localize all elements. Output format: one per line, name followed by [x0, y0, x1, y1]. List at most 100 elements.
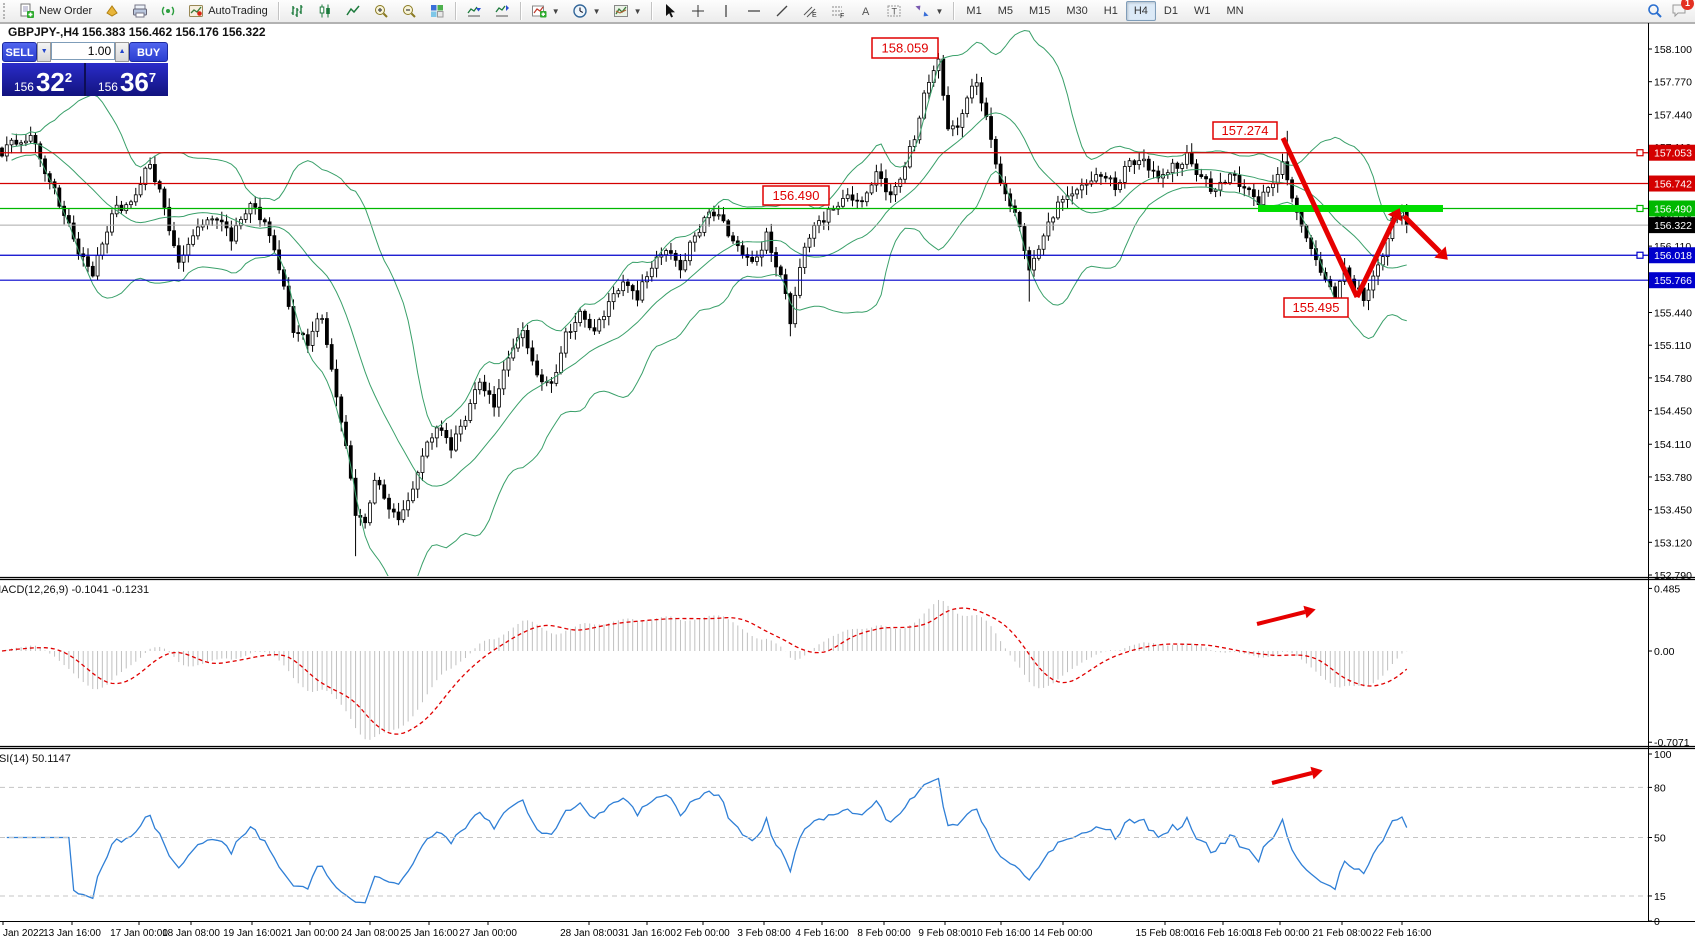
periods-button[interactable]: ▼ — [566, 0, 607, 22]
timeframe-h4[interactable]: H4 — [1126, 1, 1156, 21]
templates-icon — [613, 3, 629, 19]
price-chart[interactable]: 158.059157.274156.490155.495158.100157.7… — [0, 22, 1695, 940]
toolbar-right-group: 1 — [1647, 2, 1695, 21]
bid-price[interactable]: 156 32 2 — [2, 63, 86, 96]
svg-text:156.322: 156.322 — [1654, 220, 1692, 232]
svg-text:25 Jan 16:00: 25 Jan 16:00 — [400, 928, 458, 939]
svg-text:153.120: 153.120 — [1654, 537, 1692, 549]
svg-text:80: 80 — [1654, 782, 1666, 794]
svg-text:156.490: 156.490 — [773, 188, 820, 203]
market-watch-button[interactable] — [98, 0, 126, 22]
svg-text:153.450: 153.450 — [1654, 505, 1692, 517]
svg-text:0: 0 — [1654, 916, 1660, 928]
text-tool-button[interactable]: A — [852, 0, 880, 22]
svg-text:-0.7071: -0.7071 — [1654, 737, 1690, 749]
ask-prefix: 156 — [98, 80, 118, 94]
bar-chart-button[interactable] — [283, 0, 311, 22]
buy-button[interactable]: BUY — [129, 42, 168, 62]
volume-decrease-button[interactable]: ▼ — [37, 42, 51, 62]
svg-text:27 Jan 00:00: 27 Jan 00:00 — [459, 928, 517, 939]
crosshair-icon — [690, 3, 706, 19]
timeframe-m30[interactable]: M30 — [1058, 1, 1095, 21]
svg-text:15: 15 — [1654, 891, 1666, 903]
gold-badge-icon — [104, 3, 120, 19]
chart-title-ohlc: GBPJPY-,H4 156.383 156.462 156.176 156.3… — [8, 25, 266, 39]
svg-text:50: 50 — [1654, 833, 1666, 845]
cursor-icon — [662, 3, 678, 19]
svg-text:4 Feb 16:00: 4 Feb 16:00 — [795, 928, 849, 939]
new-order-button[interactable]: New Order — [13, 0, 98, 22]
label-tool-button[interactable]: T — [880, 0, 908, 22]
signal-button[interactable] — [154, 0, 182, 22]
bid-big-digits: 32 — [36, 70, 65, 94]
svg-text:157.440: 157.440 — [1654, 109, 1692, 121]
timeframe-mn[interactable]: MN — [1218, 1, 1251, 21]
new-order-label: New Order — [39, 5, 92, 17]
notification-badge: 1 — [1681, 0, 1694, 10]
templates-button[interactable]: ▼ — [607, 0, 648, 22]
timeframe-m5[interactable]: M5 — [990, 1, 1021, 21]
candlestick-chart-button[interactable] — [311, 0, 339, 22]
clock-icon — [572, 3, 588, 19]
zoom-in-icon — [373, 3, 389, 19]
zoom-in-button[interactable] — [367, 0, 395, 22]
tile-windows-icon — [429, 3, 445, 19]
svg-text:14 Feb 00:00: 14 Feb 00:00 — [1034, 928, 1093, 939]
candlestick-chart-icon — [317, 3, 333, 19]
trendline-tool-button[interactable] — [768, 0, 796, 22]
search-icon[interactable] — [1647, 3, 1663, 19]
notifications-button[interactable]: 1 — [1671, 2, 1687, 21]
svg-text:16 Feb 16:00: 16 Feb 16:00 — [1194, 928, 1253, 939]
bar-chart-icon — [289, 3, 305, 19]
vertical-line-tool-button[interactable] — [712, 0, 740, 22]
crosshair-tool-button[interactable] — [684, 0, 712, 22]
toolbar-grip[interactable] — [3, 3, 10, 19]
auto-scroll-button[interactable] — [460, 0, 488, 22]
volume-input[interactable] — [51, 42, 115, 60]
tile-windows-button[interactable] — [423, 0, 451, 22]
cursor-tool-button[interactable] — [656, 0, 684, 22]
channel-tool-button[interactable]: E — [796, 0, 824, 22]
print-button[interactable] — [126, 0, 154, 22]
svg-text:8 Feb 00:00: 8 Feb 00:00 — [857, 928, 911, 939]
svg-text:156.742: 156.742 — [1654, 179, 1692, 191]
fibonacci-tool-button[interactable]: F — [824, 0, 852, 22]
timeframe-h1[interactable]: H1 — [1096, 1, 1126, 21]
svg-text:31 Jan 16:00: 31 Jan 16:00 — [618, 928, 676, 939]
autotrading-button[interactable]: AutoTrading — [182, 0, 274, 22]
svg-text:155.766: 155.766 — [1654, 275, 1692, 287]
arrows-tool-button[interactable]: ▼ — [908, 0, 949, 22]
svg-text:19 Jan 16:00: 19 Jan 16:00 — [223, 928, 281, 939]
toolbar-separator — [455, 2, 456, 20]
sell-button[interactable]: SELL — [2, 42, 37, 62]
chart-shift-button[interactable] — [488, 0, 516, 22]
periods-caret: ▼ — [593, 7, 601, 16]
ask-pip-digit: 7 — [149, 63, 156, 93]
svg-text:24 Jan 08:00: 24 Jan 08:00 — [341, 928, 399, 939]
svg-text:158.100: 158.100 — [1654, 44, 1692, 56]
volume-increase-button[interactable]: ▲ — [115, 42, 129, 62]
svg-text:100: 100 — [1654, 749, 1672, 761]
ask-big-digits: 36 — [120, 70, 149, 94]
indicators-button[interactable]: ▼ — [525, 0, 566, 22]
svg-text:154.780: 154.780 — [1654, 373, 1692, 385]
svg-text:157.770: 157.770 — [1654, 77, 1692, 89]
svg-text:155.110: 155.110 — [1654, 340, 1691, 352]
ask-price[interactable]: 156 36 7 — [86, 63, 168, 96]
rsi-indicator-label: RSI(14) 50.1147 — [0, 753, 71, 765]
bid-prefix: 156 — [14, 80, 34, 94]
timeframe-group: M1M5M15M30H1H4D1W1MN — [958, 1, 1251, 21]
zoom-out-button[interactable] — [395, 0, 423, 22]
svg-text:0.485: 0.485 — [1654, 583, 1680, 595]
horizontal-line-tool-button[interactable] — [740, 0, 768, 22]
svg-text:21 Feb 08:00: 21 Feb 08:00 — [1313, 928, 1372, 939]
timeframe-d1[interactable]: D1 — [1156, 1, 1186, 21]
timeframe-m1[interactable]: M1 — [958, 1, 989, 21]
one-click-trading-panel: SELL ▼ ▲ BUY 156 32 2 156 36 7 — [2, 42, 168, 96]
toolbar-separator — [953, 2, 954, 20]
line-chart-button[interactable] — [339, 0, 367, 22]
svg-text:22 Feb 16:00: 22 Feb 16:00 — [1373, 928, 1432, 939]
svg-text:18 Feb 00:00: 18 Feb 00:00 — [1251, 928, 1310, 939]
timeframe-m15[interactable]: M15 — [1021, 1, 1058, 21]
timeframe-w1[interactable]: W1 — [1186, 1, 1219, 21]
